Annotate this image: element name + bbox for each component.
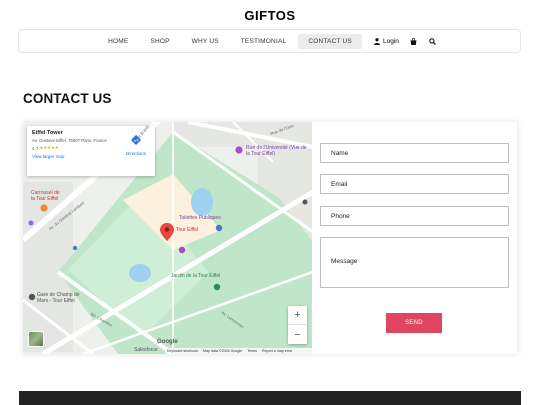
footer-bar	[19, 391, 521, 405]
map-zoom-controls: + −	[288, 306, 307, 344]
search-button[interactable]	[423, 37, 442, 45]
brand-logo[interactable]: GIFTOS	[0, 8, 540, 23]
rating-value: 4.7	[32, 145, 39, 151]
map-attribution: Keyboard shortcuts Map data ©2024 Google…	[165, 348, 312, 354]
email-field[interactable]	[320, 174, 509, 194]
map-label-toilettes[interactable]: Toilettes Publiques	[179, 215, 221, 222]
report-error-link[interactable]: Report a map error	[262, 349, 292, 353]
shopping-bag-icon	[410, 37, 417, 45]
name-field[interactable]	[320, 143, 509, 163]
main-navbar: HOME SHOP WHY US TESTIMONIAL CONTACT US …	[18, 29, 521, 53]
phone-field[interactable]	[320, 206, 509, 226]
map-label-salesforce[interactable]: Salesforce	[134, 347, 158, 354]
keyboard-shortcuts-link[interactable]: Keyboard shortcuts	[167, 349, 198, 353]
send-button[interactable]: SEND	[386, 313, 442, 333]
map-label-carrousel[interactable]: Carrousel de la Tour Eiffel	[31, 190, 61, 202]
place-address: Av. Gustave Eiffel, 75007 Paris, France	[32, 138, 107, 143]
nav-home[interactable]: HOME	[98, 34, 138, 49]
directions-label: Directions	[125, 151, 146, 156]
terms-link[interactable]: Terms	[247, 349, 257, 353]
nav-why-us[interactable]: WHY US	[182, 34, 229, 49]
section-title: CONTACT US	[23, 91, 112, 106]
nav-tools: Login	[369, 37, 442, 45]
login-label: Login	[382, 37, 399, 45]
nav-contact-us[interactable]: CONTACT US	[298, 33, 362, 49]
google-logo: Google	[157, 339, 178, 345]
map-data-text: Map data ©2024 Google	[202, 349, 243, 353]
map-label-tour-eiffel[interactable]: Tour Eiffel	[176, 227, 198, 234]
zoom-out-button[interactable]: −	[288, 325, 307, 344]
map-label-gare[interactable]: Gare de Champ de Mars - Tour Eiffel	[37, 292, 92, 304]
user-icon	[373, 37, 380, 45]
rating-stars: ★★★★★	[39, 145, 59, 151]
search-icon	[429, 37, 436, 45]
cart-button[interactable]	[404, 37, 423, 45]
map-label-jardin[interactable]: Jardin de la Tour Eiffel	[171, 273, 220, 280]
nav-testimonial[interactable]: TESTIMONIAL	[231, 34, 297, 49]
nav-shop[interactable]: SHOP	[140, 34, 179, 49]
map-layers-button[interactable]	[28, 331, 44, 347]
message-field[interactable]	[320, 237, 509, 288]
google-map[interactable]: Eiffel Tower Av. Gustave Eiffel, 75007 P…	[23, 122, 312, 354]
contact-form: SEND	[319, 122, 517, 354]
contact-card: Eiffel Tower Av. Gustave Eiffel, 75007 P…	[23, 122, 517, 354]
place-card: Eiffel Tower Av. Gustave Eiffel, 75007 P…	[27, 126, 155, 176]
map-label-universite[interactable]: Rue de l'Université (Vue de la Tour Eiff…	[246, 145, 308, 157]
login-link[interactable]: Login	[369, 38, 404, 45]
zoom-in-button[interactable]: +	[288, 306, 307, 325]
